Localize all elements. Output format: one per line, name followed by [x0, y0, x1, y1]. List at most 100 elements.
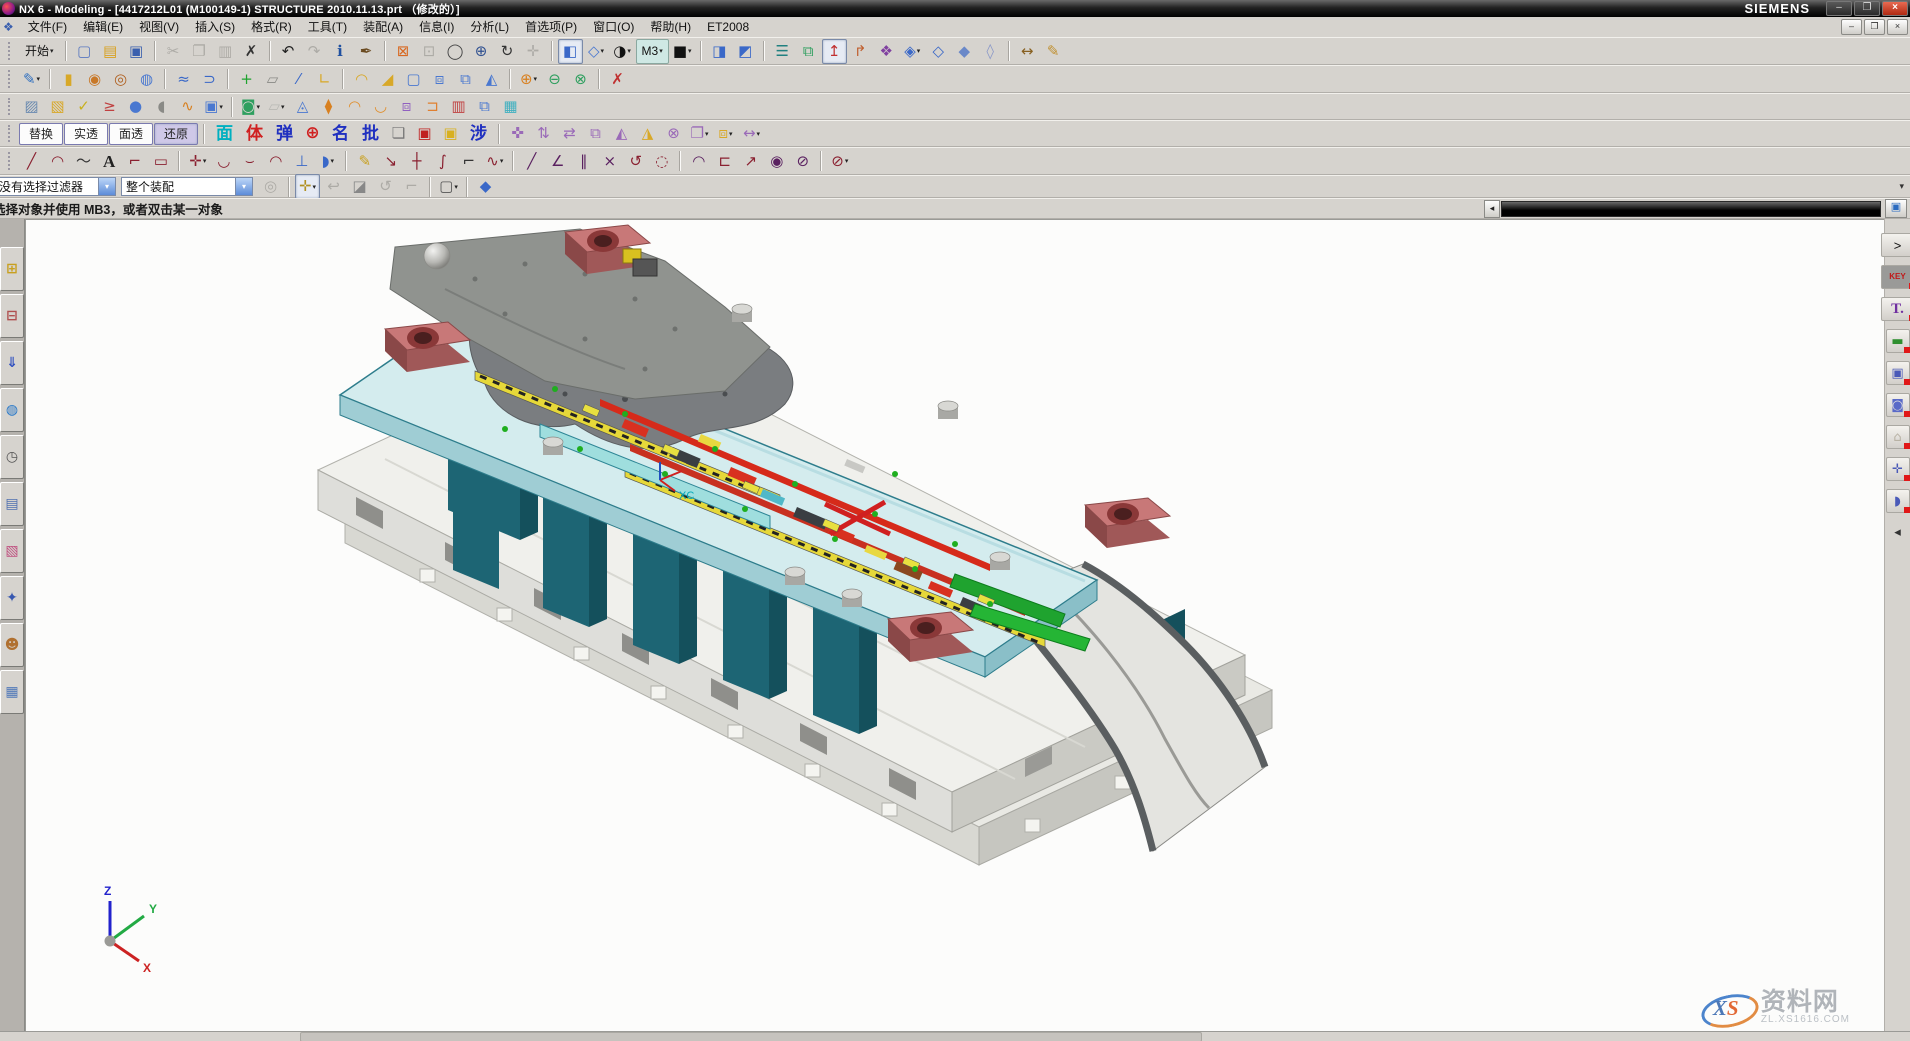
- palette-pin-part[interactable]: ✛: [1886, 457, 1910, 481]
- dropdown-caret-icon[interactable]: ▾: [659, 47, 663, 55]
- arc-icon[interactable]: ◠: [45, 149, 70, 174]
- component-dimension-icon[interactable]: ↔▾: [739, 121, 764, 146]
- derived-line-icon[interactable]: ⊘▾: [827, 149, 852, 174]
- pattern-face-icon[interactable]: ▨: [19, 94, 44, 119]
- immediate-hide-icon[interactable]: ◇: [926, 39, 951, 64]
- tab-assembly-navigator[interactable]: ⊞: [0, 247, 24, 291]
- trim-curve-icon[interactable]: ↘: [378, 149, 403, 174]
- palette-plate-part[interactable]: ◙: [1886, 393, 1910, 417]
- subtract-icon[interactable]: ⊖: [542, 67, 567, 92]
- variational-sweep-icon[interactable]: ◡: [368, 94, 393, 119]
- zoom-box-icon[interactable]: ⊡: [417, 39, 442, 64]
- delete-icon[interactable]: ✗: [239, 39, 264, 64]
- trim-body-icon[interactable]: ◭: [479, 67, 504, 92]
- spring-tool-icon[interactable]: 弹: [270, 121, 299, 146]
- mirror-feature-icon[interactable]: ⧉: [453, 67, 478, 92]
- name-tool-icon[interactable]: 名: [326, 121, 355, 146]
- toolbar-options-caret[interactable]: ▾: [1899, 181, 1904, 192]
- dropdown-caret-icon[interactable]: ▾: [50, 47, 54, 55]
- restore-button-window[interactable]: ❐: [1854, 1, 1880, 16]
- datum-axis-icon[interactable]: ⁄: [286, 67, 311, 92]
- tab-part-navigator[interactable]: ⇓: [0, 341, 24, 385]
- dropdown-caret-icon[interactable]: ▾: [330, 157, 334, 165]
- shell-icon[interactable]: ▢: [401, 67, 426, 92]
- sketch-icon[interactable]: ✎▾: [19, 67, 44, 92]
- menu-view[interactable]: 视图(V): [131, 18, 187, 36]
- wave-geometry-icon[interactable]: ◭: [609, 121, 634, 146]
- copy-icon[interactable]: ❐: [187, 39, 212, 64]
- cross-line-icon[interactable]: ×: [597, 149, 622, 174]
- quick-trim-icon[interactable]: ◗▾: [315, 149, 340, 174]
- quick-extend-icon[interactable]: ⊥: [289, 149, 314, 174]
- cylinder-check-icon[interactable]: ◮: [635, 121, 660, 146]
- info-cursor-icon[interactable]: ℹ: [328, 39, 353, 64]
- palette-cup-part[interactable]: ⌂: [1886, 425, 1910, 449]
- palette-collapse-arrow[interactable]: ◂: [1887, 521, 1909, 543]
- tab-hd3d-tools[interactable]: ▧: [0, 529, 24, 573]
- project-curve-icon[interactable]: ↗: [738, 149, 763, 174]
- menu-et2008[interactable]: ET2008: [699, 18, 757, 36]
- assembly-cut-icon[interactable]: ⧫: [316, 94, 341, 119]
- shaded-cube-icon[interactable]: ◆: [473, 174, 498, 199]
- solid-transparent-button[interactable]: 实透: [64, 123, 108, 145]
- spline-icon[interactable]: ～: [71, 149, 96, 174]
- select-show-icon[interactable]: ◆: [952, 39, 977, 64]
- pan-view-icon[interactable]: ✛: [521, 39, 546, 64]
- delete-face-icon[interactable]: ✗: [605, 67, 630, 92]
- zoom-in-out-icon[interactable]: ⊕: [469, 39, 494, 64]
- snap-point-icon[interactable]: ✛▾: [295, 174, 320, 199]
- batch-tool-icon[interactable]: 批: [356, 121, 385, 146]
- line-icon[interactable]: ╱: [19, 149, 44, 174]
- fullscreen-button[interactable]: ▣: [1885, 199, 1907, 218]
- striped-body-icon[interactable]: ▥: [446, 94, 471, 119]
- restore-orientation-icon[interactable]: ↩: [321, 174, 346, 199]
- show-hide-icon[interactable]: ◈▾: [900, 39, 925, 64]
- expand-palette-button[interactable]: >: [1881, 233, 1910, 257]
- paste-icon[interactable]: ▥: [213, 39, 238, 64]
- smooth-spline-icon[interactable]: ∿▾: [482, 149, 507, 174]
- revolve-icon[interactable]: ◉: [82, 67, 107, 92]
- tab-process-tools[interactable]: ✦: [0, 576, 24, 620]
- profile-icon[interactable]: ⌐: [122, 149, 147, 174]
- dropdown-caret-icon[interactable]: ▾: [705, 130, 709, 138]
- palette-block-part[interactable]: ▣: [1886, 361, 1910, 385]
- menu-help[interactable]: 帮助(H): [642, 18, 699, 36]
- palette-key-part[interactable]: KEY: [1881, 265, 1910, 289]
- rectangle-icon[interactable]: ▭: [148, 149, 173, 174]
- tab-system-scenes[interactable]: ▤: [0, 482, 24, 526]
- pattern-feature-icon[interactable]: ⧈: [427, 67, 452, 92]
- arc-point-icon[interactable]: ◠: [686, 149, 711, 174]
- annotate-icon[interactable]: ✎: [1041, 39, 1066, 64]
- parallel-line-icon[interactable]: ∥: [571, 149, 596, 174]
- dropdown-caret-icon[interactable]: ▾: [627, 47, 631, 55]
- save-icon[interactable]: ▣: [124, 39, 149, 64]
- view-in-layer-icon[interactable]: ⧉: [796, 39, 821, 64]
- menu-assemblies[interactable]: 装配(A): [355, 18, 411, 36]
- start-button[interactable]: 开始▾: [19, 39, 60, 64]
- clip-section-icon[interactable]: ◨: [707, 39, 732, 64]
- open-file-icon[interactable]: ▤: [98, 39, 123, 64]
- offset-curve-icon[interactable]: ⊏: [712, 149, 737, 174]
- pattern-component-icon[interactable]: ⧉: [583, 121, 608, 146]
- body-display-icon[interactable]: 体: [240, 121, 269, 146]
- sketch-line-icon[interactable]: ╱: [519, 149, 544, 174]
- extrude-icon[interactable]: ▮: [56, 67, 81, 92]
- menu-edit[interactable]: 编辑(E): [75, 18, 131, 36]
- undo-icon[interactable]: ↶: [276, 39, 301, 64]
- delete-component-icon[interactable]: ⊗: [661, 121, 686, 146]
- point-icon[interactable]: ✛▾: [185, 149, 210, 174]
- menu-window[interactable]: 窗口(O): [585, 18, 642, 36]
- sphere-feature-icon[interactable]: ●: [123, 94, 148, 119]
- interference-icon[interactable]: 涉: [464, 121, 493, 146]
- m3-range-button[interactable]: M3▾: [636, 39, 669, 64]
- menu-file[interactable]: 文件(F): [20, 18, 75, 36]
- menu-preferences[interactable]: 首选项(P): [517, 18, 585, 36]
- menu-tools[interactable]: 工具(T): [300, 18, 355, 36]
- combo-arrow-icon[interactable]: ▾: [235, 178, 252, 195]
- fillet-icon[interactable]: ◡: [211, 149, 236, 174]
- menu-format[interactable]: 格式(R): [243, 18, 300, 36]
- tab-constraint-navigator[interactable]: ⊟: [0, 294, 24, 338]
- dropdown-caret-icon[interactable]: ▾: [37, 75, 41, 83]
- fit-view-icon[interactable]: ⊠: [391, 39, 416, 64]
- shaded-view-icon[interactable]: ◧: [558, 39, 583, 64]
